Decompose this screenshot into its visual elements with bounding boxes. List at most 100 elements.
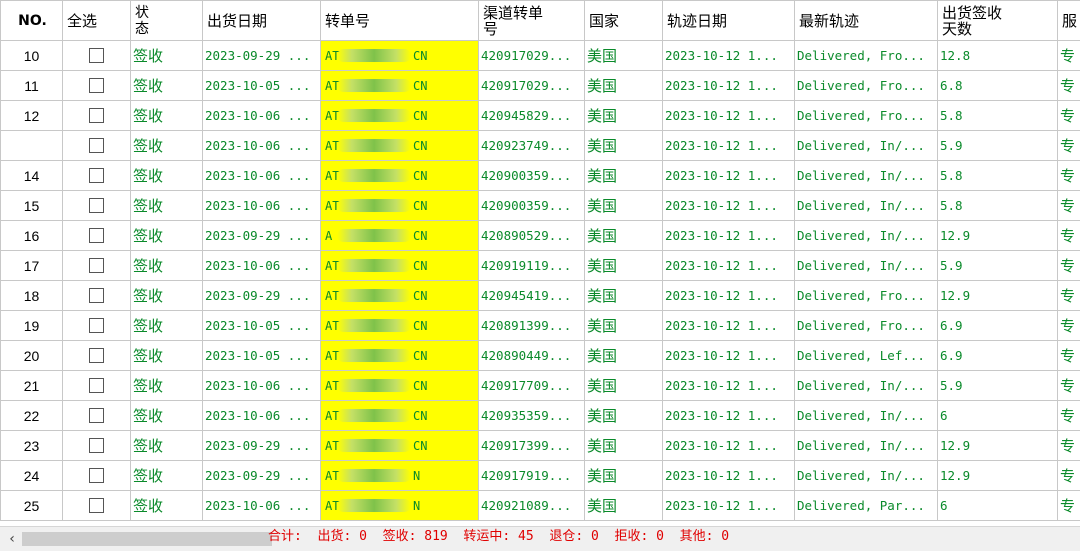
row-checkbox[interactable] bbox=[89, 78, 104, 93]
row-checkbox[interactable] bbox=[89, 318, 104, 333]
transfer-no-cell: ATCN bbox=[321, 281, 479, 311]
row-select-cell bbox=[63, 191, 131, 221]
transfer-no-suffix: CN bbox=[413, 229, 427, 243]
latest-track-cell: Delivered, Fro... bbox=[795, 281, 938, 311]
col-header-select-all[interactable]: 全选 bbox=[63, 1, 131, 41]
row-select-cell bbox=[63, 101, 131, 131]
track-date-cell: 2023-10-12 1... bbox=[663, 71, 795, 101]
row-select-cell bbox=[63, 281, 131, 311]
scrollbar-thumb[interactable] bbox=[22, 532, 272, 546]
transfer-no-suffix: CN bbox=[413, 379, 427, 393]
status-cell: 签收 bbox=[131, 101, 203, 131]
ship-date-cell: 2023-10-06 ... bbox=[203, 491, 321, 521]
table-row[interactable]: 签收2023-10-06 ...ATCN420923749...美国2023-1… bbox=[1, 131, 1080, 161]
status-cell: 签收 bbox=[131, 371, 203, 401]
status-cell: 签收 bbox=[131, 161, 203, 191]
ship-date-cell: 2023-09-29 ... bbox=[203, 431, 321, 461]
ship-sign-days-cell: 6.9 bbox=[938, 341, 1058, 371]
row-checkbox[interactable] bbox=[89, 498, 104, 513]
country-cell: 美国 bbox=[585, 131, 663, 161]
track-date-cell: 2023-10-12 1... bbox=[663, 221, 795, 251]
transfer-no-cell: ATCN bbox=[321, 251, 479, 281]
country-cell: 美国 bbox=[585, 431, 663, 461]
row-checkbox[interactable] bbox=[89, 138, 104, 153]
ship-sign-days-cell: 5.8 bbox=[938, 101, 1058, 131]
latest-track-cell: Delivered, In/... bbox=[795, 131, 938, 161]
redaction-blur bbox=[337, 109, 411, 122]
table-row[interactable]: 17签收2023-10-06 ...ATCN420919119...美国2023… bbox=[1, 251, 1080, 281]
service-cell: 专 bbox=[1058, 401, 1080, 431]
transfer-no-cell: ATCN bbox=[321, 191, 479, 221]
table-row[interactable]: 22签收2023-10-06 ...ATCN420935359...美国2023… bbox=[1, 401, 1080, 431]
table-row[interactable]: 21签收2023-10-06 ...ATCN420917709...美国2023… bbox=[1, 371, 1080, 401]
transfer-no-suffix: CN bbox=[413, 319, 427, 333]
col-header-channel-transfer-no[interactable]: 渠道转单 号 bbox=[479, 1, 585, 41]
row-checkbox[interactable] bbox=[89, 438, 104, 453]
country-cell: 美国 bbox=[585, 71, 663, 101]
row-number bbox=[1, 131, 63, 161]
service-cell: 专 bbox=[1058, 281, 1080, 311]
col-header-track-date[interactable]: 轨迹日期 bbox=[663, 1, 795, 41]
row-checkbox[interactable] bbox=[89, 48, 104, 63]
col-header-service[interactable]: 服 bbox=[1058, 1, 1080, 41]
service-cell: 专 bbox=[1058, 101, 1080, 131]
latest-track-cell: Delivered, Fro... bbox=[795, 311, 938, 341]
table-row[interactable]: 23签收2023-09-29 ...ATCN420917399...美国2023… bbox=[1, 431, 1080, 461]
ship-sign-days-cell: 12.8 bbox=[938, 41, 1058, 71]
col-header-transfer-no[interactable]: 转单号 bbox=[321, 1, 479, 41]
row-select-cell bbox=[63, 371, 131, 401]
table-row[interactable]: 24签收2023-09-29 ...ATN420917919...美国2023-… bbox=[1, 461, 1080, 491]
horizontal-scrollbar[interactable]: ‹ 合计: 出货: 0 签收: 819 转运中: 45 退仓: 0 拒收: 0 … bbox=[0, 526, 1080, 551]
table-row[interactable]: 11签收2023-10-05 ...ATCN420917029...美国2023… bbox=[1, 71, 1080, 101]
table-row[interactable]: 20签收2023-10-05 ...ATCN420890449...美国2023… bbox=[1, 341, 1080, 371]
row-checkbox[interactable] bbox=[89, 378, 104, 393]
table-row[interactable]: 19签收2023-10-05 ...ATCN420891399...美国2023… bbox=[1, 311, 1080, 341]
row-checkbox[interactable] bbox=[89, 408, 104, 423]
chevron-left-icon[interactable]: ‹ bbox=[4, 530, 20, 548]
row-checkbox[interactable] bbox=[89, 108, 104, 123]
service-cell: 专 bbox=[1058, 371, 1080, 401]
row-checkbox[interactable] bbox=[89, 348, 104, 363]
row-number: 21 bbox=[1, 371, 63, 401]
col-header-status[interactable]: 状 态 bbox=[131, 1, 203, 41]
ship-sign-days-cell: 12.9 bbox=[938, 281, 1058, 311]
table-row[interactable]: 14签收2023-10-06 ...ATCN420900359...美国2023… bbox=[1, 161, 1080, 191]
row-select-cell bbox=[63, 311, 131, 341]
track-date-cell: 2023-10-12 1... bbox=[663, 461, 795, 491]
ship-date-cell: 2023-10-06 ... bbox=[203, 401, 321, 431]
row-number: 25 bbox=[1, 491, 63, 521]
service-cell: 专 bbox=[1058, 311, 1080, 341]
col-header-ship-sign-days[interactable]: 出货签收 天数 bbox=[938, 1, 1058, 41]
country-cell: 美国 bbox=[585, 341, 663, 371]
row-checkbox[interactable] bbox=[89, 258, 104, 273]
channel-transfer-no-cell: 420935359... bbox=[479, 401, 585, 431]
table-row[interactable]: 16签收2023-09-29 ...ACN420890529...美国2023-… bbox=[1, 221, 1080, 251]
col-header-country[interactable]: 国家 bbox=[585, 1, 663, 41]
latest-track-cell: Delivered, In/... bbox=[795, 401, 938, 431]
country-cell: 美国 bbox=[585, 41, 663, 71]
country-cell: 美国 bbox=[585, 191, 663, 221]
ship-sign-days-cell: 6.9 bbox=[938, 311, 1058, 341]
col-header-ship-date[interactable]: 出货日期 bbox=[203, 1, 321, 41]
ship-sign-days-cell: 5.9 bbox=[938, 131, 1058, 161]
track-date-cell: 2023-10-12 1... bbox=[663, 41, 795, 71]
row-checkbox[interactable] bbox=[89, 168, 104, 183]
redaction-blur bbox=[337, 439, 411, 452]
row-checkbox[interactable] bbox=[89, 198, 104, 213]
ship-date-cell: 2023-09-29 ... bbox=[203, 281, 321, 311]
row-select-cell bbox=[63, 131, 131, 161]
row-checkbox[interactable] bbox=[89, 228, 104, 243]
table-row[interactable]: 15签收2023-10-06 ...ATCN420900359...美国2023… bbox=[1, 191, 1080, 221]
status-cell: 签收 bbox=[131, 221, 203, 251]
col-header-latest-track[interactable]: 最新轨迹 bbox=[795, 1, 938, 41]
row-checkbox[interactable] bbox=[89, 288, 104, 303]
table-row[interactable]: 18签收2023-09-29 ...ATCN420945419...美国2023… bbox=[1, 281, 1080, 311]
table-row[interactable]: 25签收2023-10-06 ...ATN420921089...美国2023-… bbox=[1, 491, 1080, 521]
channel-transfer-no-cell: 420917709... bbox=[479, 371, 585, 401]
row-checkbox[interactable] bbox=[89, 468, 104, 483]
table-row[interactable]: 10签收2023-09-29 ...ATCN420917029...美国2023… bbox=[1, 41, 1080, 71]
table-row[interactable]: 12签收2023-10-06 ...ATCN420945829...美国2023… bbox=[1, 101, 1080, 131]
col-header-no[interactable]: NO. bbox=[1, 1, 63, 41]
latest-track-cell: Delivered, In/... bbox=[795, 461, 938, 491]
transfer-no-suffix: CN bbox=[413, 409, 427, 423]
